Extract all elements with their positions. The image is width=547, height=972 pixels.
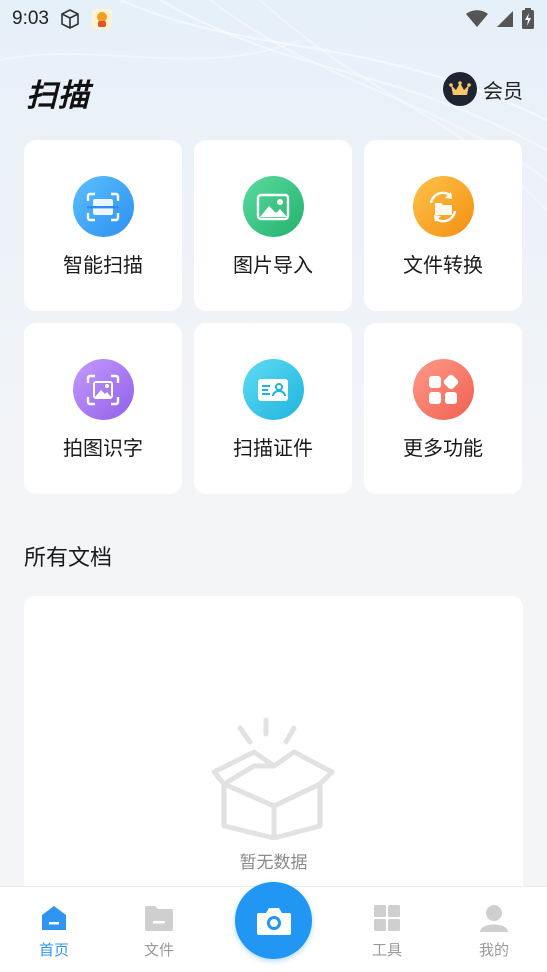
more-apps-icon: [412, 359, 474, 420]
battery-icon: [522, 8, 534, 29]
folder-icon: [145, 906, 173, 931]
feature-id-scan[interactable]: 扫描证件: [194, 323, 352, 494]
nav-label: 文件: [143, 941, 174, 959]
feature-label: 智能扫描: [63, 253, 143, 277]
page-title: 扫描: [26, 78, 90, 114]
vip-label: 会员: [483, 78, 523, 103]
page-header: 扫描 会员: [0, 60, 547, 120]
feature-label: 更多功能: [403, 436, 483, 460]
feature-smart-scan[interactable]: 智能扫描: [24, 140, 182, 311]
feature-label: 文件转换: [403, 253, 483, 277]
file-convert-icon: [412, 176, 474, 237]
id-card-icon: [242, 359, 304, 420]
feature-file-convert[interactable]: 文件转换: [364, 140, 522, 311]
empty-state-text: 暂无数据: [239, 853, 308, 873]
feature-grid: 智能扫描 图片导入 文件转换 拍图识字 扫描证件 更多功能: [24, 140, 522, 494]
signal-icon: [497, 11, 513, 27]
feature-image-import[interactable]: 图片导入: [194, 140, 352, 311]
nav-tools[interactable]: 工具: [347, 903, 427, 960]
home-icon: [42, 906, 66, 930]
feature-label: 拍图识字: [63, 436, 143, 460]
feature-photo-ocr[interactable]: 拍图识字: [24, 323, 182, 494]
feature-label: 扫描证件: [233, 436, 313, 460]
empty-box-icon: [211, 717, 335, 840]
photo-ocr-icon: [72, 359, 134, 420]
nav-profile[interactable]: 我的: [454, 903, 534, 960]
feature-more[interactable]: 更多功能: [364, 323, 522, 494]
crown-icon: [443, 72, 477, 106]
scan-icon: [72, 176, 134, 237]
status-time: 9:03: [12, 8, 49, 29]
image-import-icon: [242, 176, 304, 237]
tools-grid-icon: [374, 905, 400, 931]
nav-files[interactable]: 文件: [119, 903, 199, 960]
camera-icon: [256, 907, 291, 935]
documents-panel: 暂无数据: [24, 596, 523, 886]
camera-scan-button[interactable]: [235, 882, 312, 959]
box-icon: [61, 9, 79, 29]
app-notification-icon: [91, 9, 112, 29]
vip-button[interactable]: 会员: [443, 72, 523, 106]
wifi-icon: [466, 10, 488, 27]
nav-label: 工具: [371, 941, 402, 959]
documents-section-title: 所有文档: [24, 546, 113, 571]
nav-label: 首页: [38, 941, 69, 959]
bottom-nav: 首页 文件 工具 我的: [0, 882, 547, 972]
feature-label: 图片导入: [233, 253, 313, 277]
nav-home[interactable]: 首页: [14, 903, 94, 960]
profile-icon: [480, 905, 508, 932]
nav-label: 我的: [478, 941, 509, 959]
status-bar: 9:03: [0, 0, 547, 38]
